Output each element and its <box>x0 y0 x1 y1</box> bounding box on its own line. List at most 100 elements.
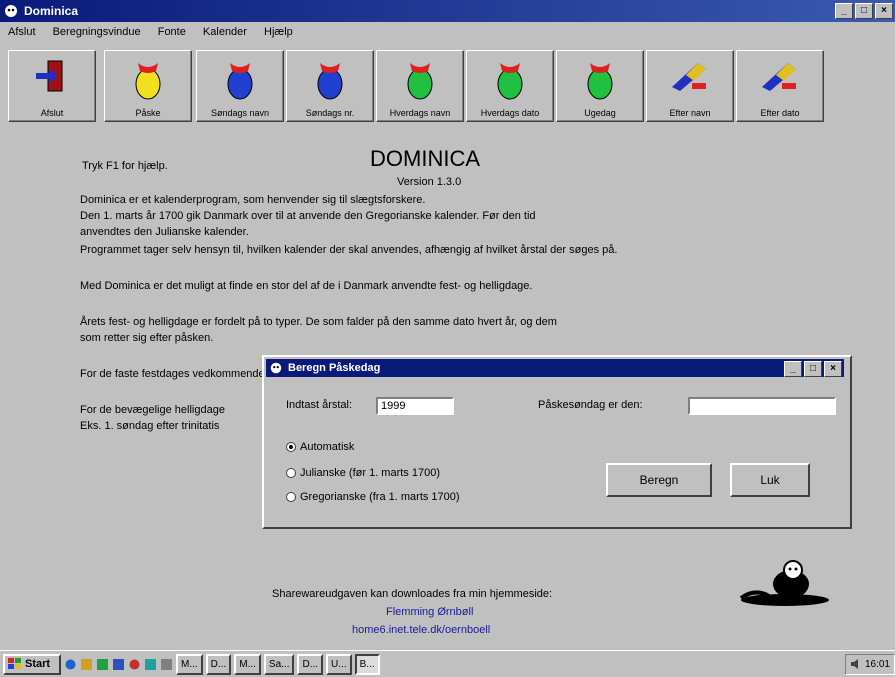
taskbar-task-1[interactable]: M... <box>176 653 203 675</box>
author-name: Flemming Ørnbøll <box>386 606 474 618</box>
speaker-icon[interactable] <box>850 658 862 670</box>
toolbar-soendags-nr-label: Søndags nr. <box>305 108 355 118</box>
dialog-close-button[interactable]: × <box>824 361 842 377</box>
exit-door-icon <box>36 60 63 92</box>
radio-dot <box>286 442 296 452</box>
result-label: Påskesøndag er den: <box>538 399 643 411</box>
menu-fonte[interactable]: Fonte <box>150 22 192 38</box>
minimize-button[interactable]: _ <box>835 3 853 19</box>
radio-gregorianske[interactable]: Gregorianske (fra 1. marts 1700) <box>286 491 460 503</box>
menu-beregningsvindue[interactable]: Beregningsvindue <box>45 22 147 38</box>
dialog-title: Beregn Påskedag <box>288 362 381 374</box>
toolbar: Afslut Påske Søndags navn Søndags nr. Hv… <box>0 44 895 124</box>
luk-button[interactable]: Luk <box>730 463 810 497</box>
intro-line-8: For de faste festdages vedkommende <box>80 368 265 380</box>
homepage-link[interactable]: home6.inet.tele.dk/oernboell <box>352 624 490 636</box>
intro-line-9: For de bevægelige helligdage <box>80 404 225 416</box>
toolbar-paaske-button[interactable]: Påske <box>104 50 192 122</box>
easter-egg-icon <box>587 63 613 100</box>
radio-label: Automatisk <box>300 441 355 453</box>
radio-label: Gregorianske (fra 1. marts 1700) <box>300 491 460 503</box>
menu-afslut[interactable]: Afslut <box>0 22 42 38</box>
taskbar-task-2[interactable]: D... <box>205 653 232 675</box>
cat-app-icon <box>5 5 17 17</box>
quicklaunch-icon[interactable] <box>80 658 93 671</box>
easter-egg-icon <box>407 63 433 100</box>
start-label: Start <box>25 658 51 670</box>
quicklaunch-icon[interactable] <box>128 658 141 671</box>
toolbar-paaske-label: Påske <box>135 108 161 118</box>
intro-line-5: Med Dominica er det muligt at finde en s… <box>80 280 533 292</box>
easter-egg-icon <box>227 63 253 100</box>
flag-pen-icon <box>762 63 796 91</box>
task-label: M... <box>181 658 198 670</box>
task-label: D... <box>210 658 227 670</box>
intro-line-10: Eks. 1. søndag efter trinitatis <box>80 420 220 432</box>
year-label: Indtast årstal: <box>286 399 353 411</box>
intro-line-3: anvendtes den Julianske kalender. <box>80 226 249 238</box>
dialog-titlebar[interactable]: Beregn Påskedag _ □ × <box>266 359 844 377</box>
taskbar-task-4[interactable]: Sa... <box>263 653 295 675</box>
toolbar-soendags-nr-button[interactable]: Søndags nr. <box>286 50 374 122</box>
close-button[interactable]: × <box>875 3 893 19</box>
radio-label: Julianske (før 1. marts 1700) <box>300 467 440 479</box>
toolbar-efter-navn-button[interactable]: Efter navn <box>646 50 734 122</box>
menu-hjaelp[interactable]: Hjælp <box>256 22 299 38</box>
version-text: Version 1.3.0 <box>397 176 462 188</box>
toolbar-soendags-navn-button[interactable]: Søndags navn <box>196 50 284 122</box>
radio-automatisk[interactable]: Automatisk <box>286 441 354 453</box>
dialog-maximize-button[interactable]: □ <box>804 361 822 377</box>
menu-bar: Afslut Beregningsvindue Fonte Kalender H… <box>0 22 895 42</box>
toolbar-hverdags-navn-button[interactable]: Hverdags navn <box>376 50 464 122</box>
quicklaunch-icon[interactable] <box>96 658 109 671</box>
quicklaunch-icon[interactable] <box>64 658 77 671</box>
toolbar-afslut-button[interactable]: Afslut <box>8 50 96 122</box>
easter-egg-icon <box>317 63 343 100</box>
menu-kalender[interactable]: Kalender <box>195 22 253 38</box>
intro-line-7: som retter sig efter påsken. <box>80 332 214 344</box>
radio-dot <box>286 468 296 478</box>
year-input[interactable]: 1999 <box>376 397 454 415</box>
taskbar-task-6[interactable]: U... <box>326 653 352 675</box>
window-title: Dominica <box>24 4 79 18</box>
taskbar: Start M... D... M... Sa... D... U... B..… <box>0 650 895 677</box>
taskbar-task-5[interactable]: D... <box>297 653 324 675</box>
toolbar-hverdags-navn-label: Hverdags navn <box>389 108 451 118</box>
toolbar-efter-dato-label: Efter dato <box>760 108 800 118</box>
windows-logo-icon <box>8 658 21 669</box>
cat-mascot-icon <box>739 560 829 606</box>
shareware-text: Sharewareudgaven kan downloades fra min … <box>272 588 553 600</box>
cat-app-icon <box>270 362 282 374</box>
help-hint: Tryk F1 for hjælp. <box>82 160 168 172</box>
task-label: M... <box>239 658 256 670</box>
start-button[interactable]: Start <box>3 653 61 675</box>
beregn-button[interactable]: Beregn <box>606 463 712 497</box>
quicklaunch-icon[interactable] <box>112 658 125 671</box>
toolbar-efter-dato-button[interactable]: Efter dato <box>736 50 824 122</box>
toolbar-efter-navn-label: Efter navn <box>669 108 711 118</box>
task-label: D... <box>302 658 319 670</box>
dialog-minimize-button[interactable]: _ <box>784 361 802 377</box>
toolbar-hverdags-dato-label: Hverdags dato <box>480 108 540 118</box>
toolbar-ugedag-button[interactable]: Ugedag <box>556 50 644 122</box>
maximize-button[interactable]: □ <box>855 3 873 19</box>
radio-julianske[interactable]: Julianske (før 1. marts 1700) <box>286 467 440 479</box>
taskbar-task-3[interactable]: M... <box>234 653 261 675</box>
app-heading: DOMINICA <box>370 146 480 171</box>
quicklaunch-icon[interactable] <box>144 658 157 671</box>
easter-egg-icon <box>135 63 161 100</box>
system-tray: 16:01 <box>844 653 895 675</box>
toolbar-afslut-label: Afslut <box>40 108 64 118</box>
app-titlebar[interactable]: Dominica _ □ × <box>0 0 895 22</box>
quicklaunch-icon[interactable] <box>160 658 173 671</box>
toolbar-ugedag-label: Ugedag <box>584 108 616 118</box>
toolbar-hverdags-dato-button[interactable]: Hverdags dato <box>466 50 554 122</box>
task-label: Sa... <box>268 658 290 670</box>
intro-line-2: Den 1. marts år 1700 gik Danmark over ti… <box>80 210 536 222</box>
result-field[interactable] <box>688 397 836 415</box>
intro-line-6: Årets fest- og helligdage er fordelt på … <box>80 316 557 328</box>
flag-pen-icon <box>672 63 706 91</box>
easter-egg-icon <box>497 63 523 100</box>
taskbar-task-7[interactable]: B... <box>354 653 380 675</box>
radio-dot <box>286 492 296 502</box>
